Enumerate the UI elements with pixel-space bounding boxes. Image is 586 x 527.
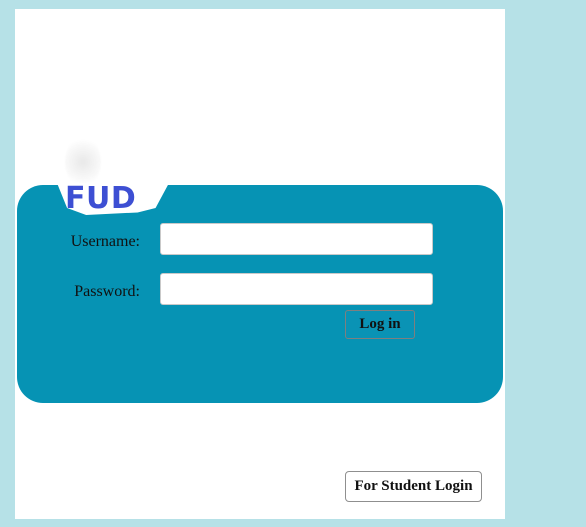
logo-text: FUD (65, 181, 137, 216)
password-row: Password: (15, 273, 505, 313)
password-input[interactable] (160, 273, 433, 305)
username-row: Username: (15, 223, 505, 263)
password-label: Password: (74, 283, 140, 300)
username-label: Username: (70, 233, 140, 250)
username-input[interactable] (160, 223, 433, 255)
student-login-button[interactable]: For Student Login (345, 471, 482, 502)
page-card: FUD Username: Password: Log in For Stude… (15, 9, 505, 519)
logo: FUD (45, 124, 195, 234)
login-button[interactable]: Log in (345, 310, 415, 339)
